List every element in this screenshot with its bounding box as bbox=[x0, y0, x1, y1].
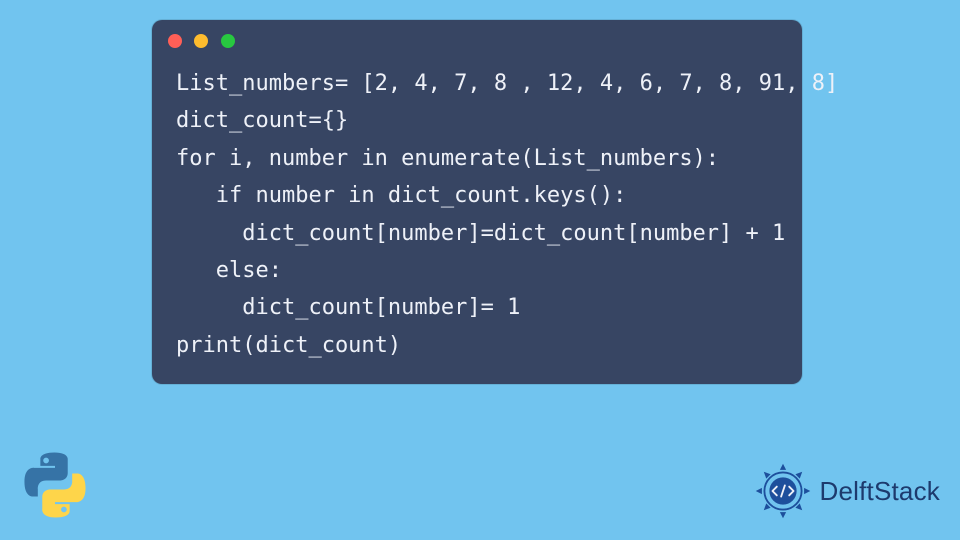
code-line: dict_count={} bbox=[176, 108, 348, 133]
code-block: List_numbers= [2, 4, 7, 8 , 12, 4, 6, 7,… bbox=[152, 61, 802, 372]
close-icon bbox=[168, 34, 182, 48]
window-controls bbox=[152, 20, 802, 61]
code-line: else: bbox=[176, 258, 282, 283]
minimize-icon bbox=[194, 34, 208, 48]
brand-logo-icon bbox=[752, 460, 814, 522]
code-line: if number in dict_count.keys(): bbox=[176, 183, 626, 208]
code-line: List_numbers= [2, 4, 7, 8 , 12, 4, 6, 7,… bbox=[176, 71, 838, 96]
code-line: dict_count[number]=dict_count[number] + … bbox=[176, 221, 785, 246]
zoom-icon bbox=[221, 34, 235, 48]
code-line: dict_count[number]= 1 bbox=[176, 295, 520, 320]
brand-name: DelftStack bbox=[820, 476, 941, 507]
brand: DelftStack bbox=[752, 460, 941, 522]
code-line: print(dict_count) bbox=[176, 333, 401, 358]
code-window: List_numbers= [2, 4, 7, 8 , 12, 4, 6, 7,… bbox=[152, 20, 802, 384]
python-logo-icon bbox=[20, 450, 90, 520]
code-line: for i, number in enumerate(List_numbers)… bbox=[176, 146, 719, 171]
